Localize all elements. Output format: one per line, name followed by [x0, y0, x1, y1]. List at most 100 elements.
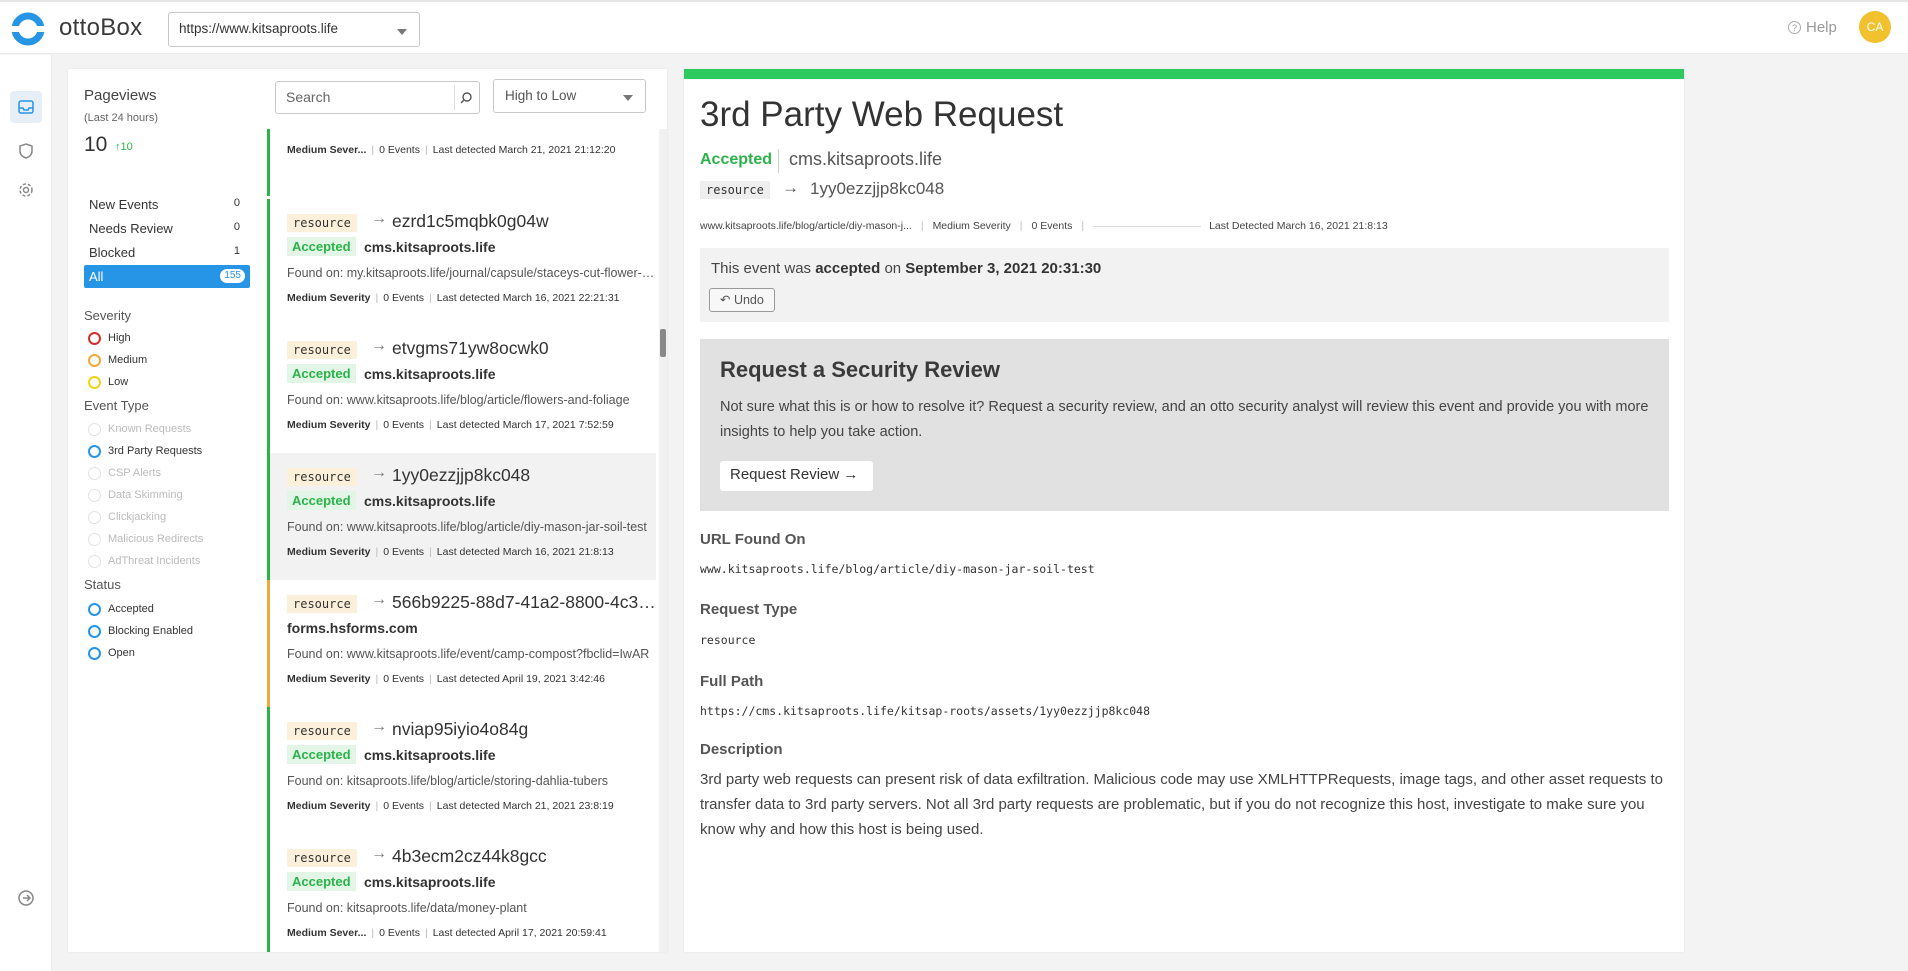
- item-detected: Last detected March 17, 2021 7:52:59: [436, 419, 614, 431]
- option-label: Malicious Redirects: [108, 533, 204, 545]
- item-status: Accepted: [287, 872, 356, 891]
- radio-ring: [88, 511, 101, 524]
- filters-sidebar: Pageviews (Last 24 hours) 10 ↑10 New Eve…: [68, 69, 268, 952]
- scrollbar-thumb[interactable]: [660, 329, 666, 357]
- option-label: Accepted: [108, 603, 154, 615]
- site-url-value: https://www.kitsaproots.life: [179, 21, 339, 36]
- radio-ring: [88, 555, 101, 568]
- option-label: CSP Alerts: [108, 467, 161, 479]
- request-review-button[interactable]: Request Review →: [720, 461, 873, 491]
- event-detail-panel: 3rd Party Web Request Accepted cms.kitsa…: [684, 69, 1684, 952]
- filter-new-events[interactable]: New Events 0: [84, 193, 250, 216]
- event-type-adthreat-incidents[interactable]: AdThreat Incidents: [88, 554, 200, 570]
- undo-icon: ↶: [720, 293, 734, 307]
- filter-label: New Events: [89, 197, 159, 212]
- full-path-value: https://cms.kitsaproots.life/kitsap-root…: [700, 704, 1151, 718]
- event-type-3rd-party-requests[interactable]: 3rd Party Requests: [88, 444, 202, 460]
- chevron-down-icon: [623, 95, 633, 101]
- event-type-known-requests[interactable]: Known Requests: [88, 422, 191, 438]
- filter-label: Needs Review: [89, 221, 173, 236]
- chevron-down-icon: [397, 29, 407, 35]
- item-status: Accepted: [287, 237, 356, 256]
- item-events: 0 Events: [379, 144, 420, 156]
- arrow-right-icon: →: [371, 591, 387, 608]
- list-item[interactable]: resource → 4b3ecm2cz44k8gcc Accepted cms…: [267, 834, 656, 952]
- status-open-radio[interactable]: Open: [88, 646, 135, 662]
- radio-ring: [88, 445, 101, 458]
- list-scrollbar[interactable]: [659, 129, 667, 952]
- sort-select[interactable]: High to Low: [493, 79, 646, 113]
- request-type-value: resource: [700, 633, 756, 647]
- item-type: resource: [287, 595, 357, 613]
- item-found-on: Found on: www.kitsaproots.life/event/cam…: [287, 647, 650, 661]
- item-host: cms.kitsaproots.life: [364, 874, 496, 890]
- item-events: 0 Events: [383, 673, 425, 685]
- severity-high-radio[interactable]: High: [88, 331, 131, 347]
- event-type-csp-alerts[interactable]: CSP Alerts: [88, 466, 161, 482]
- item-meta: Medium Severity | 0 Events | Last detected M…: [287, 292, 620, 304]
- radio-ring: [88, 603, 101, 616]
- accepted-date: September 3, 2021 20:31:30: [905, 260, 1102, 277]
- item-found-on: Found on: my.kitsaproots.life/journal/ca…: [287, 266, 656, 280]
- undo-button[interactable]: ↶ Undo: [709, 288, 775, 312]
- help-link[interactable]: ? Help: [1788, 19, 1837, 36]
- security-review-box: Request a Security Review Not sure what …: [700, 339, 1669, 511]
- list-item[interactable]: resource → 566b9225-88d7-41a2-8800-4c3a8…: [267, 580, 656, 707]
- item-severity: Medium Severity: [287, 292, 371, 304]
- item-severity: Medium Sever...: [287, 927, 367, 939]
- item-meta: Medium Severity | 0 Events | Last detected A…: [287, 673, 605, 685]
- status-color-bar: [684, 69, 1684, 79]
- item-host: forms.hsforms.com: [287, 620, 418, 636]
- review-text: Not sure what this is or how to resolve …: [720, 399, 1649, 440]
- divider: [778, 149, 779, 173]
- ottobox-logo-icon[interactable]: [11, 12, 45, 46]
- site-url-select[interactable]: https://www.kitsaproots.life: [168, 12, 420, 47]
- event-type-data-skimming[interactable]: Data Skimming: [88, 488, 183, 504]
- item-detected: Last detected March 16, 2021 22:21:31: [436, 292, 620, 304]
- avatar[interactable]: CA: [1859, 11, 1891, 43]
- option-label: Medium: [108, 354, 148, 366]
- list-item[interactable]: resource → ezrd1c5mqbk0g04w Accepted cms…: [267, 199, 656, 326]
- radio-ring: [88, 423, 101, 436]
- filter-count: 1: [233, 245, 240, 257]
- item-found-on: Found on: www.kitsaproots.life/blog/arti…: [287, 520, 647, 534]
- severity-title: Severity: [84, 308, 131, 323]
- status-accepted-radio[interactable]: Accepted: [88, 602, 154, 618]
- item-severity: Medium Severity: [287, 546, 371, 558]
- arrow-right-icon: →: [839, 466, 859, 483]
- status-blocking-enabled-radio[interactable]: Blocking Enabled: [88, 624, 193, 640]
- request-review-label: Request Review: [730, 466, 840, 483]
- filter-count: 155: [220, 269, 245, 283]
- event-type-clickjacking[interactable]: Clickjacking: [88, 510, 166, 526]
- search-input[interactable]: Search: [275, 81, 480, 114]
- detail-meta: www.kitsaproots.life/blog/article/diy-ma…: [700, 220, 1388, 232]
- filter-blocked[interactable]: Blocked 1: [84, 241, 250, 264]
- item-id: 566b9225-88d7-41a2-8800-4c3a8f: [392, 592, 656, 612]
- item-severity: Medium Sever...: [287, 144, 367, 156]
- list-item[interactable]: resource → etvgms71yw8ocwk0 Accepted cms…: [267, 326, 656, 453]
- filter-needs-review[interactable]: Needs Review 0: [84, 217, 250, 240]
- item-host: cms.kitsaproots.life: [364, 366, 496, 382]
- shield-icon[interactable]: [10, 135, 42, 167]
- severity-low-radio[interactable]: Low: [88, 375, 128, 391]
- item-meta: Medium Severity | 0 Events | Last detected M…: [287, 800, 614, 812]
- option-label: 3rd Party Requests: [108, 445, 203, 457]
- filter-count: 0: [233, 197, 240, 209]
- list-item[interactable]: Medium Sever... | 0 Events | Last detected M…: [267, 129, 656, 196]
- top-bar: ottoBox https://www.kitsaproots.life ? He…: [0, 0, 1908, 54]
- arrow-right-icon: →: [371, 845, 387, 862]
- list-item-selected[interactable]: resource → 1yy0ezzjjp8kc048 Accepted cms…: [267, 453, 656, 580]
- help-label: Help: [1806, 19, 1837, 36]
- search-icon[interactable]: [454, 85, 476, 110]
- logout-icon[interactable]: [10, 882, 42, 914]
- filter-label: Blocked: [89, 245, 136, 260]
- gear-icon[interactable]: [10, 174, 42, 206]
- filter-all[interactable]: All 155: [84, 265, 250, 288]
- inbox-icon[interactable]: [10, 91, 42, 123]
- severity-medium-radio[interactable]: Medium: [88, 353, 147, 369]
- request-type-label: Request Type: [700, 601, 798, 618]
- list-item[interactable]: resource → nviap95iyio4o84g Accepted cms…: [267, 707, 656, 834]
- item-detected: Last detected March 16, 2021 21:8:13: [436, 546, 614, 558]
- event-type-malicious-redirects[interactable]: Malicious Redirects: [88, 532, 203, 548]
- arrow-right-icon: →: [371, 464, 387, 481]
